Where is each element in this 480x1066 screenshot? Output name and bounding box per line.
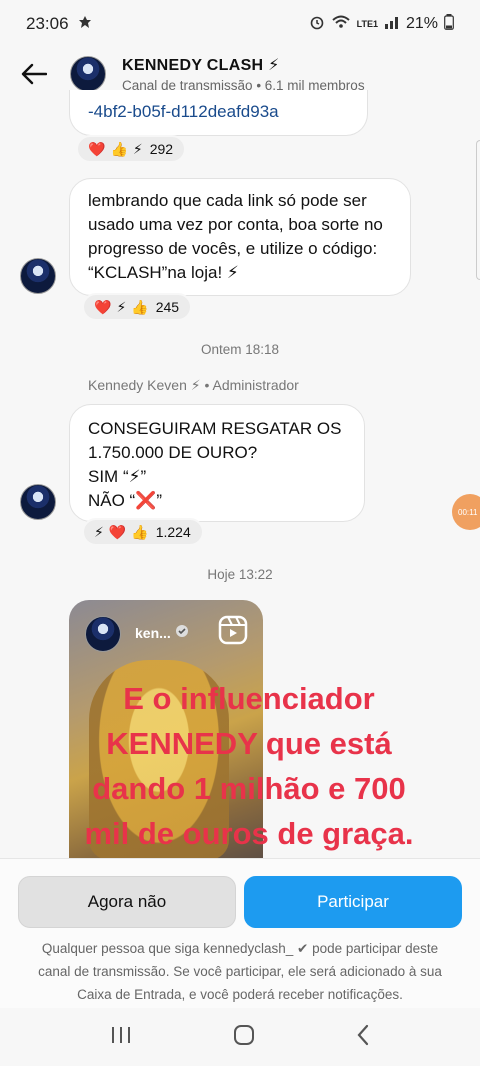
join-button[interactable]: Participar (244, 876, 462, 928)
verified-icon (175, 625, 189, 641)
home-icon (233, 1024, 254, 1045)
channel-title: KENNEDY CLASH ⚡ (122, 57, 280, 74)
status-bar: 23:06 LTE1 21% (0, 0, 480, 48)
reel-overlay-caption: E o influenciador KENNEDY que está dando… (84, 681, 414, 851)
message-text: NÃO “❌” (88, 491, 163, 510)
status-time: 23:06 (26, 14, 69, 33)
back-nav-icon (357, 1024, 368, 1045)
join-disclaimer: Qualquer pessoa que siga kennedyclash_ ✔… (38, 941, 442, 1002)
signal-icon (384, 14, 400, 35)
date-separator: Ontem 18:18 (200, 342, 280, 357)
reels-icon (217, 614, 249, 651)
message-bubble[interactable]: -4bf2-b05f-d112deafd93a (69, 90, 368, 136)
notification-icon (77, 14, 93, 35)
reactions-bar[interactable]: ❤️ ⚡ 👍 245 (82, 293, 192, 321)
heart-reaction-icon: ❤️ (88, 140, 106, 157)
lightning-reaction-icon: ⚡ (94, 523, 104, 540)
message-text: lembrando que cada link só pode ser usad… (88, 191, 383, 282)
message-author: Kennedy Keven ⚡ • Administrador (88, 377, 299, 393)
date-separator: Hoje 13:22 (207, 567, 273, 582)
channel-avatar[interactable] (70, 56, 106, 92)
sender-avatar[interactable] (20, 484, 56, 520)
message-text: -4bf2-b05f-d112deafd93a (88, 102, 279, 121)
recent-apps-button[interactable] (110, 1025, 132, 1050)
heart-reaction-icon: ❤️ (94, 298, 112, 315)
message-bubble[interactable]: CONSEGUIRAM RESGATAR OS 1.750.000 DE OUR… (69, 404, 365, 522)
reactions-bar[interactable]: ❤️ 👍 ⚡ 292 (76, 135, 186, 163)
reel-author-name: ken... (135, 624, 189, 641)
status-left: 23:06 (26, 14, 93, 35)
status-right: LTE1 21% (309, 13, 454, 35)
alarm-icon (309, 14, 325, 35)
lightning-reaction-icon: ⚡ (132, 140, 143, 157)
reactions-bar[interactable]: ⚡ ❤️ 👍 1.224 (82, 518, 204, 546)
system-nav-bar (0, 1008, 480, 1066)
floating-call-bubble[interactable]: 00:11 (452, 494, 480, 530)
back-arrow-icon (21, 63, 47, 85)
battery-icon (444, 13, 454, 35)
sender-avatar[interactable] (20, 258, 56, 294)
edge-panel-handle[interactable] (476, 140, 480, 280)
wifi-icon (331, 14, 351, 35)
reel-author-avatar (85, 616, 121, 652)
lightning-reaction-icon: ⚡ (116, 298, 127, 315)
message-text: CONSEGUIRAM RESGATAR OS 1.750.000 DE OUR… (88, 419, 342, 462)
thumbs-up-reaction-icon: 👍 (131, 298, 149, 315)
back-button[interactable] (18, 58, 50, 90)
channel-info[interactable]: KENNEDY CLASH ⚡ Canal de transmissão • 6… (122, 55, 365, 93)
message-bubble[interactable]: lembrando que cada link só pode ser usad… (69, 178, 411, 296)
thumbs-up-reaction-icon: 👍 (110, 140, 128, 157)
lte-label: LTE1 (356, 19, 378, 29)
heart-reaction-icon: ❤️ (108, 523, 127, 540)
thumbs-up-reaction-icon: 👍 (131, 523, 149, 540)
home-button[interactable] (233, 1024, 255, 1051)
reaction-count: 292 (149, 141, 174, 157)
recent-apps-icon (112, 1026, 131, 1043)
reaction-count: 245 (155, 299, 180, 315)
not-now-button[interactable]: Agora não (18, 876, 236, 928)
join-panel: Agora não Participar Qualquer pessoa que… (0, 858, 480, 1008)
message-text: SIM “⚡” (88, 467, 147, 486)
battery-level: 21% (405, 15, 438, 32)
reaction-count: 1.224 (155, 524, 191, 540)
back-nav-button[interactable] (356, 1024, 370, 1051)
